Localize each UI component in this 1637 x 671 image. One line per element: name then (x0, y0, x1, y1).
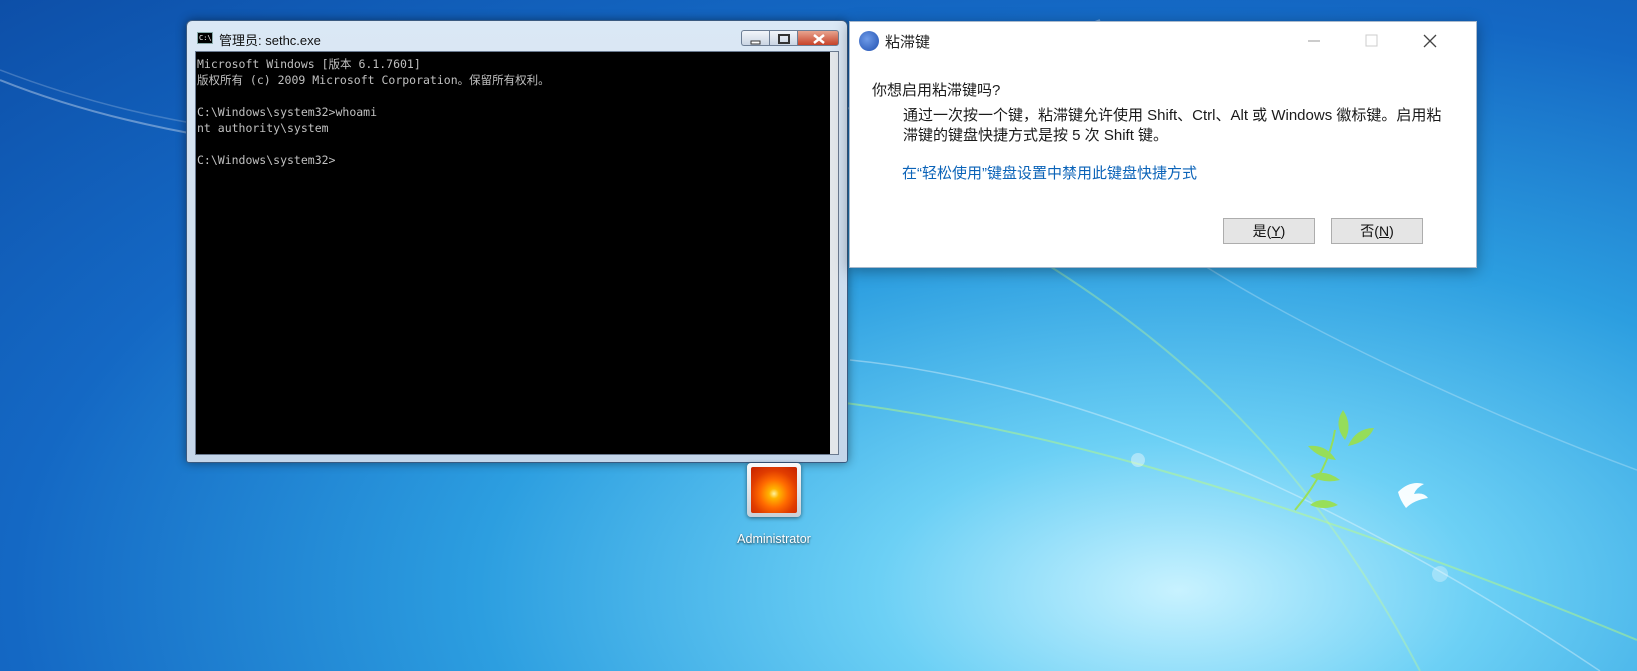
no-button[interactable]: 否(N) (1331, 218, 1423, 244)
user-avatar[interactable] (747, 463, 801, 517)
sticky-keys-dialog[interactable]: 粘滞键 你想启用粘滞键吗? 通过一次按一个键，粘滞键允许使用 Shift、Ctr… (849, 21, 1477, 268)
close-icon (813, 34, 825, 44)
no-label: 否( (1360, 223, 1379, 239)
dialog-maximize-button[interactable] (1354, 28, 1388, 54)
minimize-icon (750, 40, 761, 45)
console-scrollbar[interactable] (830, 52, 838, 454)
dialog-close-button[interactable] (1412, 28, 1446, 54)
maximize-button[interactable] (769, 30, 797, 46)
dialog-title: 粘滞键 (885, 34, 931, 51)
console-text: Microsoft Windows [版本 6.1.7601] 版权所有 (c)… (197, 57, 550, 167)
minimize-button[interactable] (741, 30, 769, 46)
close-button[interactable] (797, 30, 839, 46)
no-accesskey: N (1378, 223, 1390, 239)
cmd-window[interactable]: C:\ 管理员: sethc.exe Microsoft Windows [版本… (186, 20, 848, 463)
dialog-question: 你想启用粘滞键吗? (872, 82, 1001, 99)
console-output[interactable]: Microsoft Windows [版本 6.1.7601] 版权所有 (c)… (195, 51, 839, 455)
user-name-label: Administrator (737, 532, 811, 546)
yes-label-end: ) (1280, 223, 1286, 239)
cmd-titlebar[interactable]: C:\ 管理员: sethc.exe (187, 21, 847, 51)
dialog-description: 通过一次按一个键，粘滞键允许使用 Shift、Ctrl、Alt 或 Window… (903, 107, 1442, 144)
disable-shortcut-link[interactable]: 在“轻松使用”键盘设置中禁用此键盘快捷方式 (902, 162, 1197, 183)
yes-label: 是( (1252, 223, 1272, 239)
accessibility-icon (859, 31, 879, 51)
dialog-minimize-button[interactable] (1296, 28, 1330, 54)
cmd-app-icon: C:\ (197, 32, 213, 44)
yes-button[interactable]: 是(Y) (1223, 218, 1315, 244)
no-label-end: ) (1389, 223, 1394, 239)
maximize-icon (778, 34, 790, 44)
flower-avatar-icon (751, 467, 797, 513)
yes-accesskey: Y (1271, 223, 1281, 239)
cmd-window-title: 管理员: sethc.exe (219, 33, 321, 48)
